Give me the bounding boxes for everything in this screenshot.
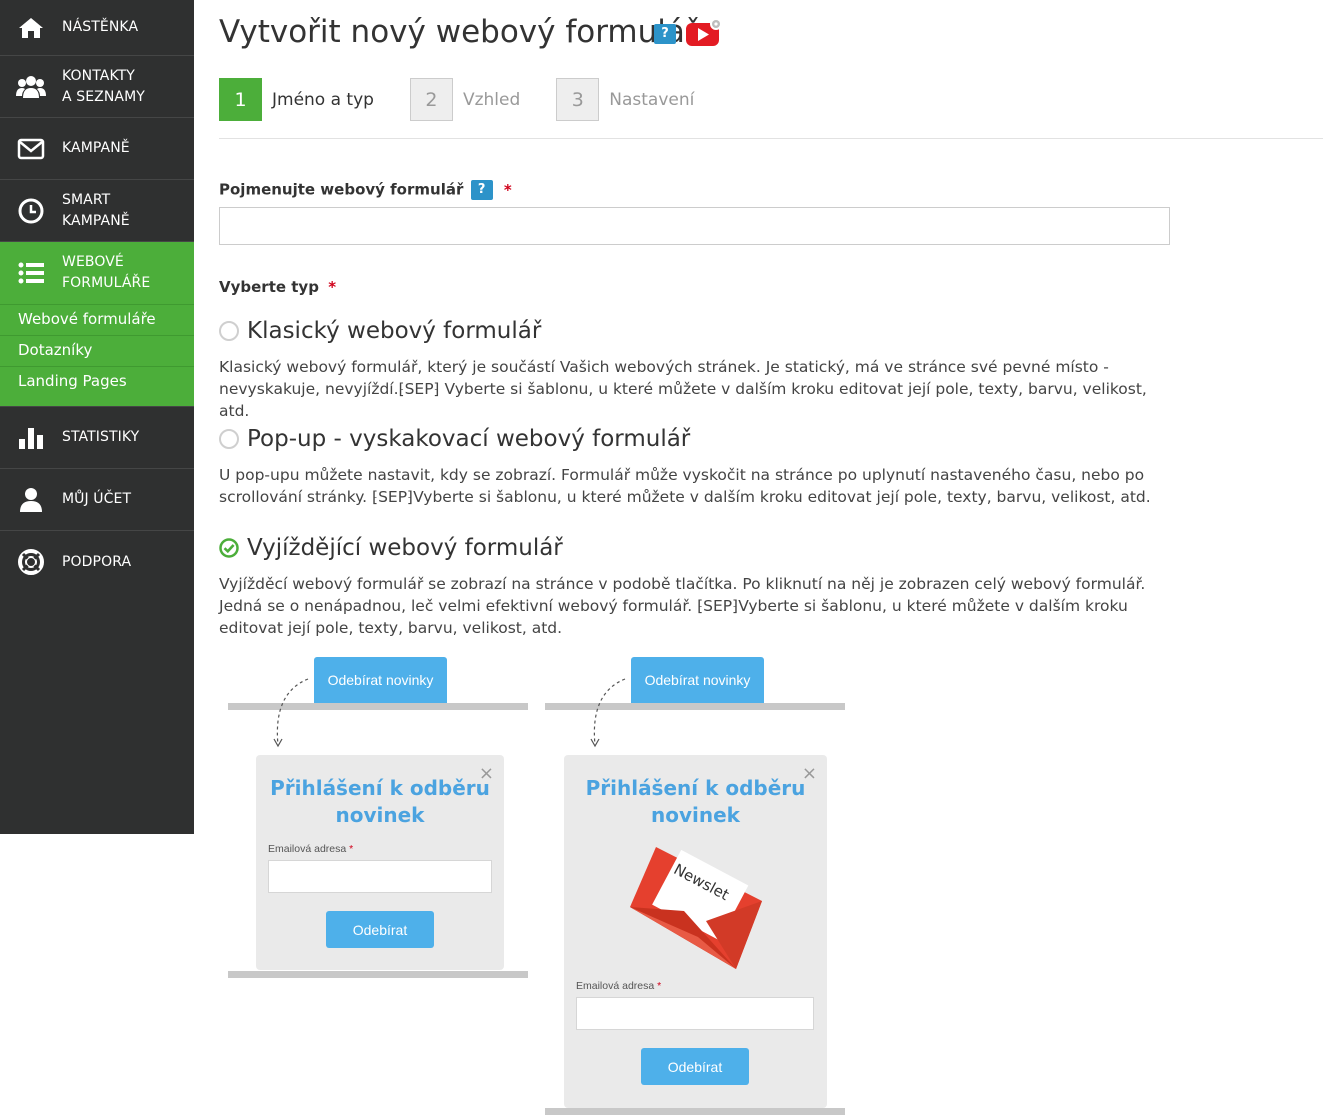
sidebar-item-support[interactable]: PODPORA — [0, 531, 194, 593]
required-mark: * — [328, 278, 337, 296]
form-name-label: Pojmenujte webový formulář ? * — [219, 180, 512, 200]
sidebar-item-campaigns[interactable]: KAMPANĚ — [0, 118, 194, 180]
email-field-preview — [268, 860, 492, 893]
option-description: U pop-upu můžete nastavit, kdy se zobraz… — [219, 466, 1151, 506]
sidebar-item-label: MŮJ ÚČET — [62, 491, 132, 507]
step-appearance[interactable]: 2 Vzhled — [409, 78, 521, 121]
user-icon — [16, 485, 46, 515]
sidebar-item-label: STATISTIKY — [62, 429, 140, 445]
list-icon — [16, 258, 46, 288]
sidebar-item-smart-campaigns[interactable]: SMART KAMPANĚ — [0, 180, 194, 242]
option-description: Vyjížděcí webový formulář se zobrazí na … — [219, 575, 1146, 637]
option-title: Vyjíždějící webový formulář — [247, 535, 563, 561]
page-edge — [545, 1108, 845, 1115]
radio-checked-icon[interactable] — [219, 538, 239, 558]
sidebar-item-statistics[interactable]: STATISTIKY — [0, 407, 194, 469]
sidebar-item-label: WEBOVÉ — [62, 254, 124, 270]
lifebuoy-icon — [16, 547, 46, 577]
form-name-input[interactable] — [219, 207, 1170, 245]
help-icon[interactable]: ? — [654, 24, 676, 44]
popup-title: Přihlášení k odběru novinek — [256, 775, 504, 829]
popup-title-line: novinek — [651, 803, 740, 827]
template-preview-1[interactable]: Odebírat novinky × Přihlášení k odběru n… — [228, 657, 528, 982]
template-preview-2[interactable]: Odebírat novinky × Přihlášení k odběru n… — [545, 657, 845, 1116]
help-icon[interactable]: ? — [470, 180, 493, 200]
sidebar-item-label: KONTAKTY — [62, 67, 135, 84]
web-forms-submenu: Webové formuláře Dotazníky Landing Pages — [0, 304, 194, 407]
step-name-and-type[interactable]: 1 Jméno a typ — [219, 78, 374, 121]
wizard-steps: 1 Jméno a typ 2 Vzhled 3 Nastavení — [219, 78, 730, 121]
sidebar-item-dashboard[interactable]: NÁSTĚNKA — [0, 0, 194, 56]
sidebar-item-label: KAMPANĚ — [62, 140, 130, 156]
step-settings[interactable]: 3 Nastavení — [556, 78, 694, 121]
curved-arrow-icon — [590, 678, 626, 748]
sidebar-item-label: A SEZNAMY — [62, 88, 145, 105]
popup-title-line: novinek — [335, 803, 425, 827]
radio-button[interactable] — [219, 321, 239, 341]
divider — [219, 138, 1323, 139]
popup-title: Přihlášení k odběru novinek — [564, 775, 827, 829]
sidebar-item-my-account[interactable]: MŮJ ÚČET — [0, 469, 194, 531]
sidebar-item-label: PODPORA — [62, 553, 132, 570]
step-number: 1 — [219, 78, 262, 121]
clock-icon — [16, 196, 46, 226]
sidebar: NÁSTĚNKA KONTAKTY A SEZNAMY KAMPANĚ SMART… — [0, 0, 194, 834]
email-field-preview — [576, 997, 814, 1030]
sidebar-item-label: NÁSTĚNKA — [62, 19, 139, 35]
bar-chart-icon — [16, 423, 46, 453]
popup-title-line: Přihlášení k odběru — [585, 776, 806, 800]
type-label-text: Vyberte typ — [219, 278, 319, 296]
step-number: 2 — [409, 78, 453, 121]
step-label: Nastavení — [609, 89, 695, 110]
submenu-item-web-forms[interactable]: Webové formuláře — [0, 304, 194, 335]
sidebar-item-label: KAMPANĚ — [62, 212, 130, 229]
option-classic-form[interactable]: Klasický webový formulář Klasický webový… — [219, 318, 1174, 422]
option-popup-form[interactable]: Pop-up - vyskakovací webový formulář U p… — [219, 426, 1174, 508]
subscribe-button-preview: Odebírat — [641, 1048, 749, 1085]
popup-form-preview: × Přihlášení k odběru novinek Emailová a… — [256, 755, 504, 970]
step-label: Vzhled — [462, 89, 521, 110]
subscribe-tab-button: Odebírat novinky — [314, 657, 447, 703]
page-title: Vytvořit nový webový formulář — [219, 14, 698, 50]
option-title: Pop-up - vyskakovací webový formulář — [247, 426, 691, 452]
home-icon — [16, 13, 46, 43]
option-title: Klasický webový formulář — [247, 318, 542, 344]
popup-form-preview: × Přihlášení k odběru novinek Newslet Em… — [564, 755, 827, 1108]
option-description: Klasický webový formulář, který je součá… — [219, 358, 1147, 420]
subscribe-tab-button: Odebírat novinky — [631, 657, 764, 703]
youtube-video-icon[interactable] — [685, 16, 725, 48]
form-name-label-text: Pojmenujte webový formulář — [219, 180, 464, 199]
required-mark: * — [503, 180, 512, 199]
page-edge — [228, 971, 528, 978]
email-label: Emailová adresa * — [268, 843, 354, 855]
curved-arrow-icon — [273, 678, 309, 748]
email-label: Emailová adresa * — [576, 980, 662, 992]
submenu-item-surveys[interactable]: Dotazníky — [0, 335, 194, 366]
users-icon — [16, 72, 46, 102]
step-label: Jméno a typ — [272, 89, 374, 110]
newsletter-envelope-icon: Newslet — [630, 847, 762, 969]
subscribe-button-preview: Odebírat — [326, 911, 434, 948]
step-number: 3 — [556, 78, 600, 121]
envelope-icon — [16, 134, 46, 164]
sidebar-item-web-forms[interactable]: WEBOVÉ FORMULÁŘE — [0, 242, 194, 304]
type-label: Vyberte typ * — [219, 278, 336, 296]
radio-button[interactable] — [219, 429, 239, 449]
sidebar-item-label: SMART — [62, 191, 111, 208]
popup-title-line: Přihlášení k odběru — [270, 776, 490, 800]
sidebar-item-contacts[interactable]: KONTAKTY A SEZNAMY — [0, 56, 194, 118]
option-slide-in-form[interactable]: Vyjíždějící webový formulář Vyjížděcí we… — [219, 535, 1174, 639]
sidebar-item-label: FORMULÁŘE — [62, 275, 151, 291]
submenu-item-landing-pages[interactable]: Landing Pages — [0, 366, 194, 397]
